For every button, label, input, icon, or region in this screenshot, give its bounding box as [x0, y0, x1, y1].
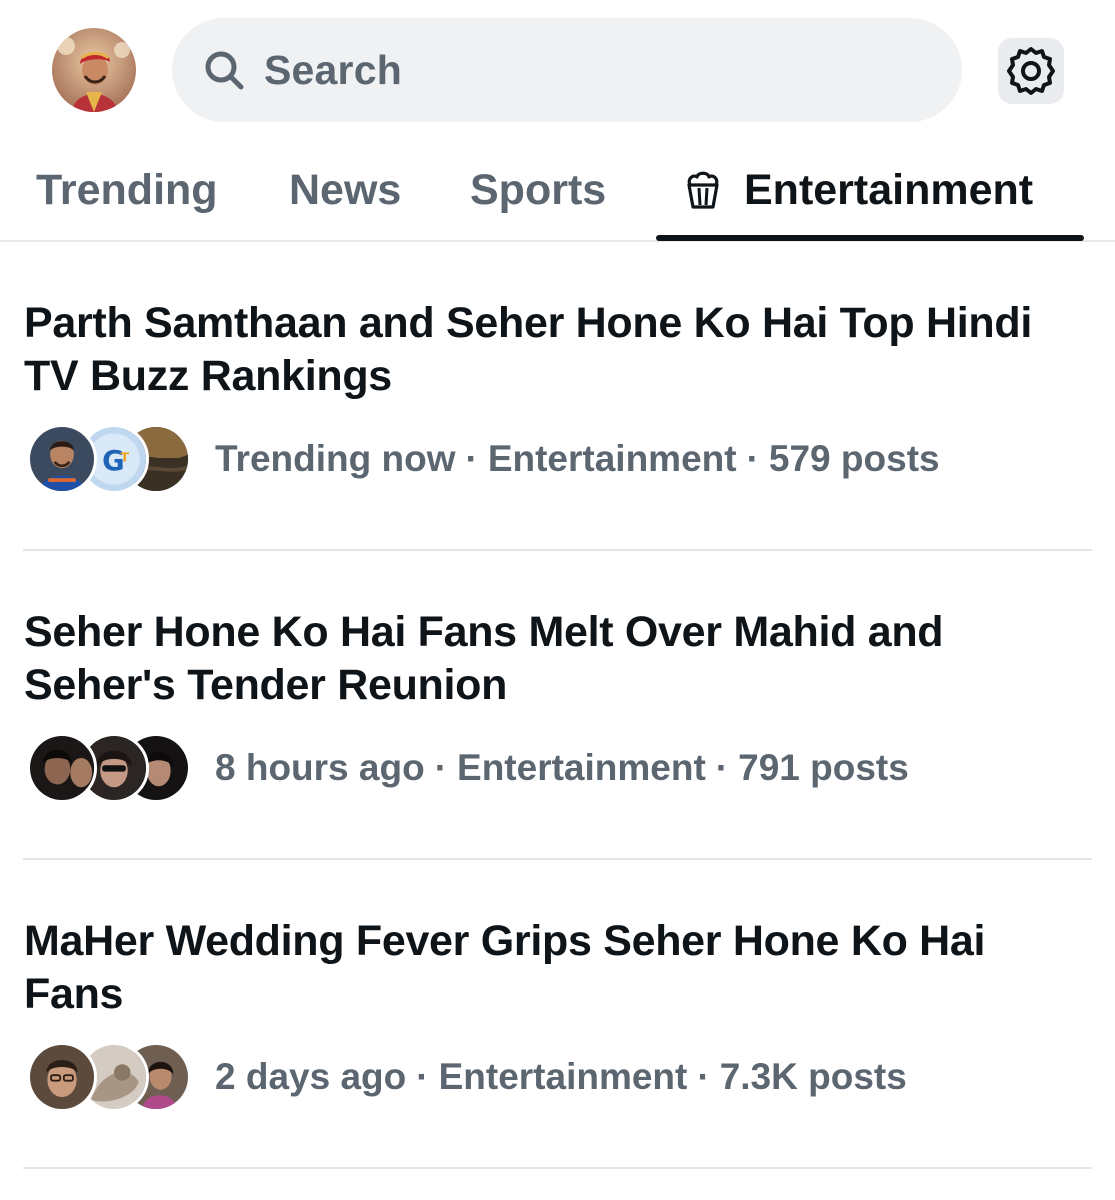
trend-post-count: 579 posts: [768, 438, 940, 479]
search-icon: [205, 51, 244, 90]
facepile: [27, 733, 191, 803]
separator-dot: ·: [697, 1056, 710, 1097]
tab-sports-label: Sports: [470, 165, 607, 214]
separator-dot: ·: [465, 438, 478, 479]
trends-list: Parth Samthaan and Seher Hone Ko Hai Top…: [0, 242, 1115, 1169]
avatar: [27, 1042, 97, 1112]
explore-tabs: Trending News Sports Entertainment: [0, 140, 1115, 242]
tab-news-label: News: [289, 165, 402, 214]
trend-meta: 8 hours ago · Entertainment · 791 posts: [27, 733, 909, 803]
tab-entertainment-label: Entertainment: [744, 165, 1034, 214]
active-tab-indicator: [656, 235, 1084, 241]
popcorn-icon: [687, 171, 719, 209]
settings-button[interactable]: [998, 38, 1064, 104]
trend-title: Seher Hone Ko Hai Fans Melt Over Mahid a…: [24, 608, 944, 709]
trend-meta-text: 8 hours ago · Entertainment · 791 posts: [215, 747, 909, 789]
trend-category: Entertainment: [457, 747, 706, 788]
trend-time: 8 hours ago: [215, 747, 425, 788]
avatar: [27, 424, 97, 494]
trend-title: MaHer Wedding Fever Grips Seher Hone Ko …: [24, 917, 986, 1018]
tab-entertainment[interactable]: Entertainment: [682, 140, 1033, 240]
separator-dot: ·: [715, 747, 729, 788]
trend-title: Parth Samthaan and Seher Hone Ko Hai Top…: [24, 299, 1032, 400]
gear-icon: [1007, 47, 1055, 95]
trend-meta-text: Trending now · Entertainment · 579 posts: [215, 438, 940, 480]
svg-text:T: T: [120, 451, 129, 466]
avatar-photo: [52, 28, 136, 112]
trend-meta: G T Trending now · Entertainment · 579 p…: [27, 424, 940, 494]
trend-item[interactable]: MaHer Wedding Fever Grips Seher Hone Ko …: [23, 860, 1092, 1169]
avatar: [27, 733, 97, 803]
trend-item[interactable]: Parth Samthaan and Seher Hone Ko Hai Top…: [23, 242, 1092, 551]
tab-sports[interactable]: Sports: [470, 140, 606, 240]
trend-post-count: 7.3K posts: [719, 1056, 907, 1097]
trend-category: Entertainment: [487, 438, 737, 479]
tab-trending[interactable]: Trending: [36, 140, 218, 240]
search-bar[interactable]: Search: [172, 18, 962, 122]
facepile: [27, 1042, 191, 1112]
facepile: G T: [27, 424, 191, 494]
separator-dot: ·: [416, 1056, 429, 1097]
trend-meta: 2 days ago · Entertainment · 7.3K posts: [27, 1042, 907, 1112]
trend-post-count: 791 posts: [738, 747, 909, 788]
trend-meta-text: 2 days ago · Entertainment · 7.3K posts: [215, 1056, 907, 1098]
separator-dot: ·: [746, 438, 759, 479]
trend-category: Entertainment: [438, 1056, 688, 1097]
trend-time: Trending now: [215, 438, 456, 479]
top-bar: Search: [0, 0, 1115, 140]
trend-item[interactable]: Seher Hone Ko Hai Fans Melt Over Mahid a…: [23, 551, 1092, 860]
trend-time: 2 days ago: [215, 1056, 407, 1097]
separator-dot: ·: [434, 747, 448, 788]
tab-news[interactable]: News: [289, 140, 401, 240]
user-avatar[interactable]: [52, 28, 136, 112]
tab-trending-label: Trending: [36, 165, 218, 214]
search-placeholder: Search: [264, 46, 402, 93]
